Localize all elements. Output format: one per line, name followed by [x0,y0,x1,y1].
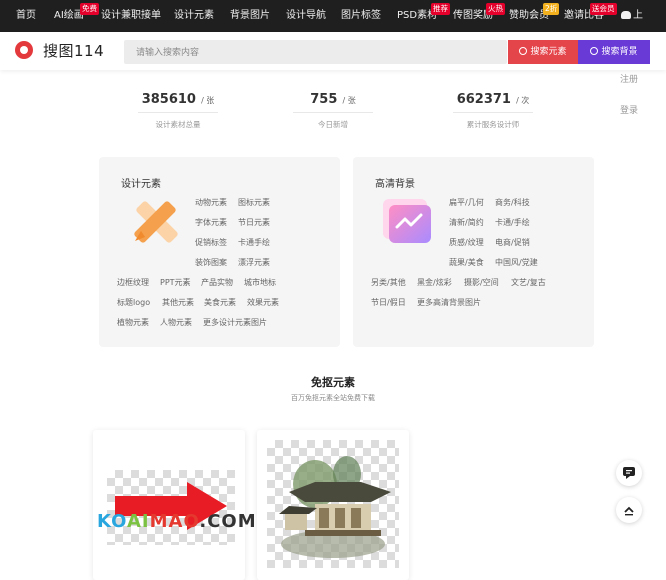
tag-link[interactable]: 另类/其他 [371,277,406,288]
badge-free: 免费 [80,3,99,15]
hd-backgrounds-title[interactable]: 高清背景 [375,175,415,190]
stat-today-label: 今日新增 [318,120,348,129]
design-elements-card: 设计元素 动物元素 图标元素 字体元素 节日元素 促销标签 卡通手绘 装饰图案 … [99,157,340,347]
tag-link[interactable]: 效果元素 [247,297,279,308]
tag-link[interactable]: 清新/简约 [449,217,484,228]
tag-link[interactable]: 摄影/空间 [464,277,499,288]
tag-link[interactable]: 电商/促销 [495,237,530,248]
stat-services: 662371 / 次 累计服务设计师 [418,88,568,130]
tag-link[interactable]: 商务/科技 [495,197,530,208]
tag-link[interactable]: 边框纹理 [117,277,149,288]
tag-link[interactable]: PPT元素 [160,277,191,288]
free-elements-subtitle: 百万免抠元素全站免费下载 [291,394,375,402]
nav-backgrounds[interactable]: 背景图片 [230,0,270,32]
nav-image-tags[interactable]: 图片标签 [341,0,381,32]
stat-total-value: 385610 [141,92,196,107]
tag-link[interactable]: 动物元素 [195,197,227,208]
tag-link[interactable]: 卡通手绘 [238,237,270,248]
tag-link[interactable]: 其他元素 [162,297,194,308]
search-backgrounds-label: 搜索背景 [601,47,638,57]
nav-home[interactable]: 首页 [16,0,36,32]
tag-link[interactable]: 黑金/炫彩 [417,277,452,288]
divider [138,112,218,113]
tag-link[interactable]: 节日/假日 [371,297,406,308]
search-elements-button[interactable]: 搜索元素 [508,40,578,64]
back-to-top-button[interactable] [616,497,642,523]
cloud-upload-icon [621,11,631,19]
search-elements-label: 搜索元素 [530,47,567,57]
stat-total-label: 设计素材总量 [155,120,201,129]
login-link[interactable]: 登录 [620,103,638,116]
tag-link[interactable]: 人物元素 [160,317,192,328]
chat-icon [623,467,635,479]
design-elements-title[interactable]: 设计元素 [121,175,161,190]
hd-backgrounds-card: 高清背景 扁平/几何 商务/科技 清新/简约 卡通/手绘 质感/纹理 电商/促销… [353,157,594,347]
element-tile-pavilion[interactable] [257,430,409,580]
chinese-pavilion-image [279,456,391,558]
nav-upload[interactable]: 上 [621,0,643,32]
stat-today: 755 / 张 今日新增 [258,88,408,130]
watermark-text: KOAIMAO.COM [97,511,257,532]
tag-link[interactable]: 图标元素 [238,197,270,208]
stat-total: 385610 / 张 设计素材总量 [103,88,253,130]
search-icon [519,47,528,55]
tag-link[interactable]: 节日元素 [238,217,270,228]
divider [293,112,373,113]
free-elements-title: 免抠元素 [311,376,355,389]
badge-recommend: 推荐 [431,3,450,15]
search-box [124,40,508,65]
tag-link[interactable]: 中国风/党建 [495,257,538,268]
nav-upload-label: 上 [633,10,643,21]
search-backgrounds-button[interactable]: 搜索背景 [578,40,650,64]
chat-button[interactable] [616,460,642,486]
tag-link[interactable]: 产品实物 [201,277,233,288]
divider [453,112,533,113]
tag-link[interactable]: 美食元素 [204,297,236,308]
nav-design-elements[interactable]: 设计元素 [174,0,214,32]
site-header: 搜图114 搜索元素 搜索背景 [0,32,666,70]
stat-today-value: 755 [310,92,338,107]
pencil-ruler-icon [134,201,178,243]
nav-design-guide[interactable]: 设计导航 [286,0,326,32]
tag-link[interactable]: 更多设计元素图片 [203,317,267,328]
stat-services-unit: / 次 [516,96,530,105]
tag-link[interactable]: 质感/纹理 [449,237,484,248]
tag-link[interactable]: 更多高清背景图片 [417,297,481,308]
register-link[interactable]: 注册 [620,72,638,85]
top-nav-bar: 首页 AI绘画 免费 设计兼职接单 设计元素 背景图片 设计导航 图片标签 PS… [0,0,666,32]
tag-link[interactable]: 字体元素 [195,217,227,228]
tag-link[interactable]: 扁平/几何 [449,197,484,208]
tag-link[interactable]: 文艺/复古 [511,277,546,288]
stat-services-label: 累计服务设计师 [466,120,520,129]
search-icon [590,47,599,55]
nav-design-jobs[interactable]: 设计兼职接单 [101,0,161,32]
tag-link[interactable]: 漂浮元素 [238,257,270,268]
tag-link[interactable]: 标题logo [117,297,150,308]
element-tile-arrow[interactable] [93,430,245,580]
logo-text[interactable]: 搜图114 [43,40,104,61]
tag-link[interactable]: 装饰图案 [195,257,227,268]
gradient-image-icon [383,199,431,243]
badge-discount: 2折 [543,3,560,15]
badge-hot: 火热 [486,3,505,15]
chevron-up-icon [624,506,634,516]
tag-link[interactable]: 促销标签 [195,237,227,248]
badge-gift-vip: 送会员 [590,3,617,15]
stat-services-value: 662371 [456,92,511,107]
tag-link[interactable]: 卡通/手绘 [495,217,530,228]
search-input[interactable] [124,41,508,65]
logo-icon[interactable] [15,41,33,59]
tag-link[interactable]: 蔬果/美食 [449,257,484,268]
tag-link[interactable]: 植物元素 [117,317,149,328]
stat-today-unit: / 张 [342,96,356,105]
stat-total-unit: / 张 [201,96,215,105]
tag-link[interactable]: 城市地标 [244,277,276,288]
